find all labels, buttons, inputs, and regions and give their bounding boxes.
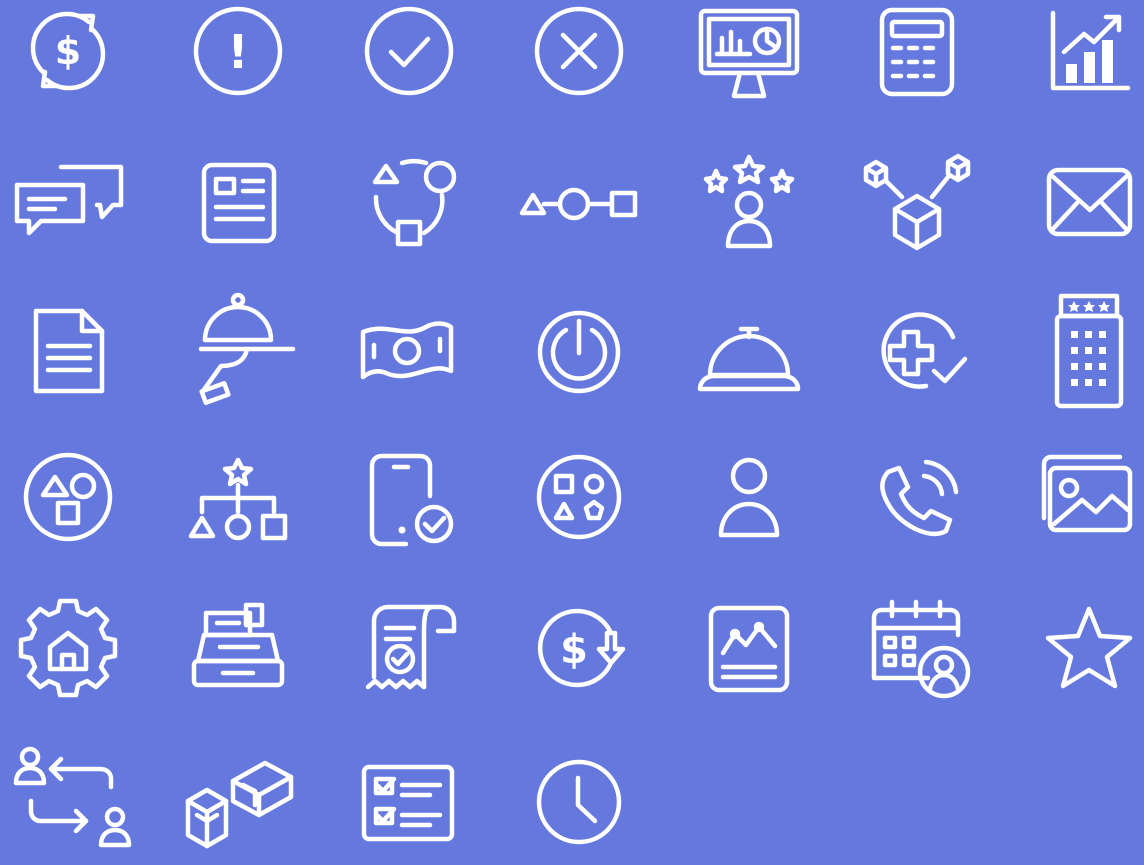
newspaper-icon (173, 137, 303, 267)
shapes-cycle-icon (344, 137, 474, 267)
exclamation-circle-icon: ! (173, 0, 303, 116)
mobile-check-icon (344, 432, 474, 562)
shapes-flow-icon (514, 137, 644, 267)
blocks-icon (173, 735, 303, 865)
svg-text:$: $ (560, 627, 588, 673)
checklist-icon (344, 735, 474, 865)
hotel-building-icon (1024, 289, 1144, 419)
dollar-cycle-icon: $ (3, 0, 133, 116)
medical-plus-check-icon (852, 289, 982, 419)
user-swap-icon (3, 735, 133, 865)
shapes-badge-icon (514, 432, 644, 562)
star-icon (1024, 583, 1144, 713)
chat-bubbles-icon (3, 137, 133, 267)
service-bell-icon (684, 289, 814, 419)
calculator-icon (852, 0, 982, 116)
svg-text:!: ! (228, 25, 249, 79)
calendar-user-icon (852, 583, 982, 713)
envelope-icon (1024, 137, 1144, 267)
document-icon (3, 289, 133, 419)
shapes-hierarchy-icon (173, 432, 303, 562)
cash-register-icon (173, 583, 303, 713)
user-icon (684, 432, 814, 562)
icon-grid: $ ! $ (0, 0, 1144, 854)
serving-cloche-hand-icon (173, 289, 303, 419)
clock-icon (514, 735, 644, 865)
x-circle-icon (514, 0, 644, 116)
dollar-down-icon: $ (514, 583, 644, 713)
shapes-circle-icon (3, 432, 133, 562)
power-icon (514, 289, 644, 419)
check-circle-icon (344, 0, 474, 116)
phone-call-icon (852, 432, 982, 562)
banknote-icon (344, 289, 474, 419)
user-rating-stars-icon (684, 137, 814, 267)
home-settings-icon (3, 583, 133, 713)
cube-network-icon (852, 137, 982, 267)
growth-chart-icon (1024, 0, 1144, 116)
receipt-check-icon (344, 583, 474, 713)
svg-text:$: $ (55, 29, 81, 73)
monitor-analytics-icon (684, 0, 814, 116)
image-gallery-icon (1024, 432, 1144, 562)
line-chart-report-icon (684, 583, 814, 713)
